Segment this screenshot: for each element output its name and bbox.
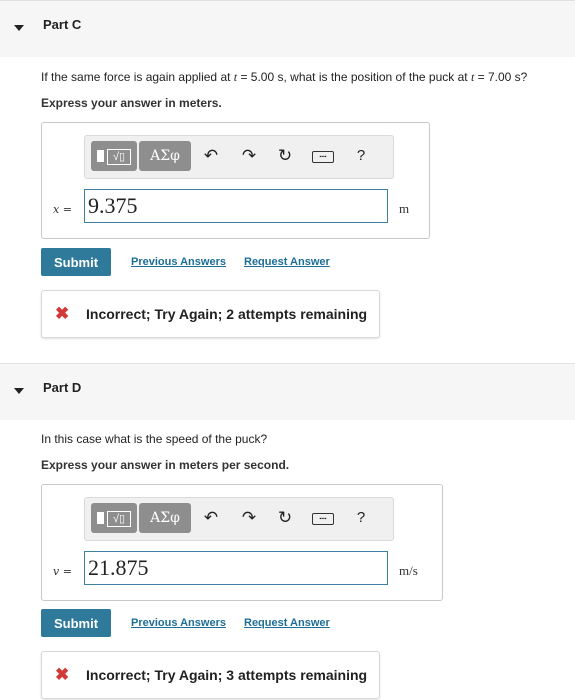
reset-icon[interactable]: ↻ <box>275 507 295 529</box>
instruction-text: Express your answer in meters. <box>41 96 222 110</box>
collapse-caret-icon[interactable] <box>14 388 24 394</box>
redo-icon[interactable]: ↷ <box>239 145 259 167</box>
submit-button[interactable]: Submit <box>41 248 111 276</box>
reset-icon[interactable]: ↻ <box>275 145 295 167</box>
unit-label: m/s <box>399 563 418 578</box>
answer-box: √▯ ΑΣφ ↶ ↷ ↻ ▪▪▪▪ ? v = m/s <box>41 484 443 601</box>
help-icon[interactable]: ? <box>351 145 371 167</box>
variable-label: v = <box>53 565 72 578</box>
request-answer-link[interactable]: Request Answer <box>244 617 330 629</box>
symbols-button[interactable]: ΑΣφ <box>139 141 191 171</box>
redo-icon[interactable]: ↷ <box>239 507 259 529</box>
part-title: Part D <box>43 380 82 395</box>
feedback-box: ✖ Incorrect; Try Again; 2 attempts remai… <box>41 290 380 338</box>
unit-label: m <box>399 201 410 216</box>
feedback-message: Incorrect; Try Again; 2 attempts remaini… <box>86 306 368 322</box>
error-x-icon: ✖ <box>55 304 70 323</box>
part-c-header[interactable]: Part C <box>0 0 575 57</box>
error-x-icon: ✖ <box>55 665 70 684</box>
question-text: If the same force is again applied at t … <box>41 70 528 84</box>
feedback-message: Incorrect; Try Again; 3 attempts remaini… <box>86 667 368 683</box>
variable-label: x = <box>53 203 72 216</box>
templates-icon <box>97 150 104 162</box>
help-icon[interactable]: ? <box>351 507 371 529</box>
templates-button[interactable]: √▯ <box>91 503 137 533</box>
undo-icon[interactable]: ↶ <box>201 507 221 529</box>
answer-box: √▯ ΑΣφ ↶ ↷ ↻ ▪▪▪▪ ? x = m <box>41 122 430 239</box>
part-d-header[interactable]: Part D <box>0 363 575 420</box>
symbols-button[interactable]: ΑΣφ <box>139 503 191 533</box>
part-title: Part C <box>43 17 82 32</box>
radical-icon: √▯ <box>107 511 131 527</box>
templates-button[interactable]: √▯ <box>91 141 137 171</box>
question-text: In this case what is the speed of the pu… <box>41 432 268 446</box>
collapse-caret-icon[interactable] <box>14 25 24 31</box>
templates-icon <box>97 512 104 524</box>
undo-icon[interactable]: ↶ <box>201 145 221 167</box>
keyboard-icon[interactable]: ▪▪▪▪ <box>312 151 334 163</box>
answer-input[interactable] <box>84 551 388 585</box>
request-answer-link[interactable]: Request Answer <box>244 256 330 268</box>
submit-button[interactable]: Submit <box>41 609 111 637</box>
answer-input[interactable] <box>84 189 388 223</box>
previous-answers-link[interactable]: Previous Answers <box>131 617 226 629</box>
feedback-box: ✖ Incorrect; Try Again; 3 attempts remai… <box>41 651 380 699</box>
instruction-text: Express your answer in meters per second… <box>41 458 290 472</box>
radical-icon: √▯ <box>107 149 131 165</box>
math-toolbar: √▯ ΑΣφ ↶ ↷ ↻ ▪▪▪▪ ? <box>84 135 394 179</box>
keyboard-icon[interactable]: ▪▪▪▪ <box>312 513 334 525</box>
math-toolbar: √▯ ΑΣφ ↶ ↷ ↻ ▪▪▪▪ ? <box>84 497 394 541</box>
previous-answers-link[interactable]: Previous Answers <box>131 256 226 268</box>
